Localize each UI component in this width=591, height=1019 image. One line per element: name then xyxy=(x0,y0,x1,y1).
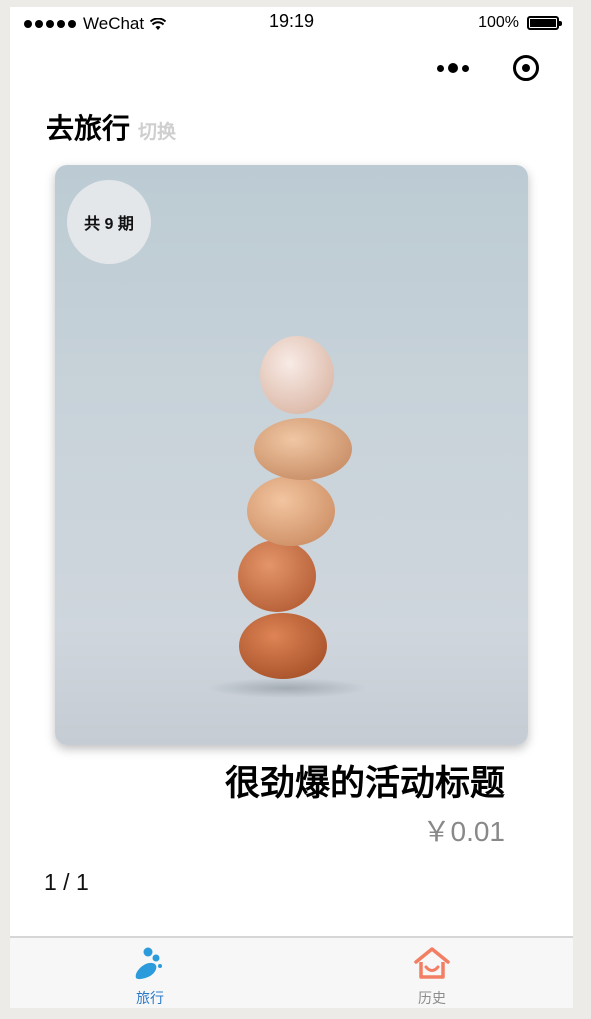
page-header: 去旅行 切换 xyxy=(46,107,176,147)
tab-travel[interactable]: 旅行 xyxy=(90,938,210,1008)
tab-history[interactable]: 历史 xyxy=(372,938,492,1008)
battery-icon xyxy=(527,16,562,30)
phone-screen: WeChat 19:19 100% 去旅行 切换 共 9 期 很劲爆的活动标题 … xyxy=(10,7,573,1008)
switch-button[interactable]: 切换 xyxy=(138,117,176,144)
tab-history-label: 历史 xyxy=(418,990,446,1006)
activity-price: ￥0.01 xyxy=(422,816,506,847)
battery-percent: 100% xyxy=(478,14,519,31)
status-bar: WeChat 19:19 100% xyxy=(10,7,573,39)
home-history-icon xyxy=(414,947,450,979)
tab-bar: 旅行 历史 xyxy=(10,936,573,1008)
activity-title: 很劲爆的活动标题 xyxy=(224,764,505,803)
miniprogram-capsule xyxy=(437,55,539,81)
issue-count-badge: 共 9 期 xyxy=(67,180,151,264)
tab-travel-label: 旅行 xyxy=(136,990,164,1006)
page-title: 去旅行 xyxy=(46,113,131,144)
close-miniprogram-icon[interactable] xyxy=(513,55,539,81)
page-indicator: 1 / 1 xyxy=(44,869,89,895)
activity-card[interactable]: 共 9 期 xyxy=(55,165,528,745)
more-icon[interactable] xyxy=(437,63,469,73)
travel-icon xyxy=(135,947,162,980)
